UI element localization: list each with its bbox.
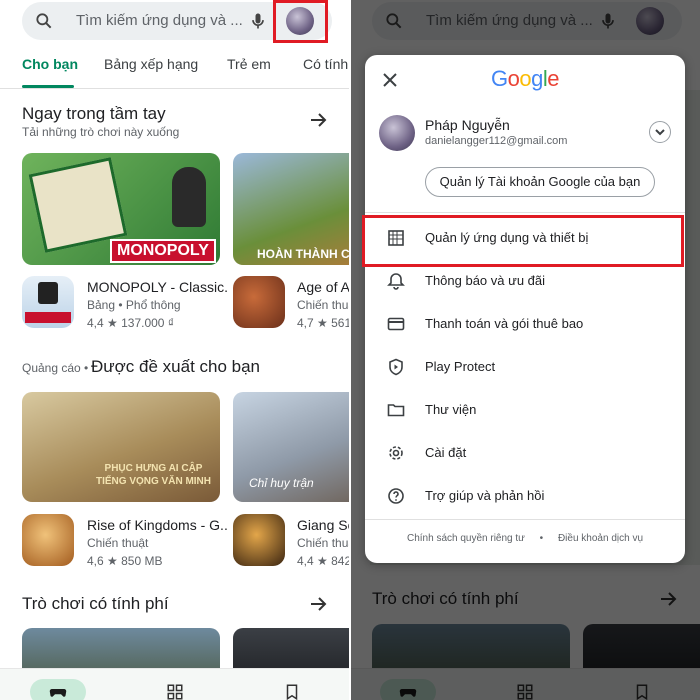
app-title[interactable]: Giang Sơ [297,517,350,533]
section-title: Được đề xuất cho bạn [91,357,261,376]
avatar-highlight-box [273,0,328,43]
tab-kids[interactable]: Trẻ em [227,56,271,72]
search-icon [36,13,52,29]
divider [0,88,350,89]
screenshot-comparison: Tìm kiếm ứng dụng và ... Cho bạn Bảng xế… [0,0,700,700]
search-placeholder[interactable]: Tìm kiếm ứng dụng và ... [76,12,251,29]
menu-item-notifications[interactable]: Thông báo và ưu đãi [365,261,685,301]
divider [365,519,685,520]
bell-icon [387,273,405,290]
gamepad-icon [49,689,67,697]
banner-caption: MONOPOLY [110,239,216,263]
menu-item-label: Cài đặt [425,445,467,460]
menu-item-payments[interactable]: Thanh toán và gói thuê bao [365,304,685,344]
user-email: danielangger112@gmail.com [425,135,568,147]
banner-caption: PHỤC HƯNG AI CẬP TIẾNG VỌNG VĂN MINH [96,463,212,487]
banner-caption: Chỉ huy trận [249,476,314,490]
menu-item-highlight-box [362,215,684,267]
app-icon-giang-son[interactable] [233,514,285,566]
play-store-home: Tìm kiếm ứng dụng và ... Cho bạn Bảng xế… [0,0,350,700]
google-logo: Google [365,66,685,92]
chevron-down-icon [655,129,665,136]
folder-icon [387,404,405,417]
divider [365,212,685,213]
menu-item-label: Trợ giúp và phản hồi [425,488,545,503]
logo-letter: o [519,66,532,91]
user-avatar [379,115,415,151]
app-icon-monopoly[interactable] [22,276,74,328]
dialog-footer: Chính sách quyền riêng tư • Điều khoản d… [365,533,685,544]
app-category: Chiến thuật [87,536,149,550]
pane-divider [349,0,351,700]
menu-item-label: Thư viện [425,402,477,417]
apps-icon[interactable] [166,683,184,700]
app-category: Chiến thuật [297,536,350,550]
bookmark-icon[interactable] [283,683,301,700]
user-name: Pháp Nguyễn [425,117,510,133]
app-rating-price: 4,4 ★ 137.000 ₫ [87,316,174,330]
help-icon [388,488,404,504]
account-dialog: Google Pháp Nguyễn danielangger112@gmail… [362,55,685,563]
logo-letter: o [507,66,520,91]
ad-label: Quảng cáo • [22,361,89,375]
section-title: Ngay trong tầm tay [22,104,166,123]
app-rating-size: 4,6 ★ 850 MB [87,554,163,568]
banner-caption: HOÀN THÀNH CÁC [257,247,350,261]
menu-item-label: Play Protect [425,359,496,374]
menu-item-help[interactable]: Trợ giúp và phản hồi [365,476,685,516]
section-title: Trò chơi có tính phí [22,594,169,613]
app-title[interactable]: MONOPOLY - Classic... [87,279,227,295]
menu-item-label: Thanh toán và gói thuê bao [425,316,584,331]
bottom-navigation [0,668,350,700]
app-category: Chiến thuật [297,298,350,312]
game-banner-age-of-apes[interactable]: HOÀN THÀNH CÁC [233,153,350,265]
mic-icon[interactable] [248,11,268,31]
arrow-right-icon[interactable] [310,112,328,128]
logo-letter: G [490,66,508,91]
account-switch-button[interactable] [649,121,671,143]
shield-icon [389,358,403,376]
app-title[interactable]: Rise of Kingdoms - G... [87,517,227,533]
tab-top-charts[interactable]: Bảng xếp hạng [104,56,198,72]
app-icon-rise-of-kingdoms[interactable] [22,514,74,566]
app-title[interactable]: Age of Ap [297,279,350,295]
game-banner-giang-son[interactable]: Chỉ huy trận [233,392,350,502]
menu-item-settings[interactable]: Cài đặt [365,433,685,473]
game-banner-rise-of-kingdoms[interactable]: PHỤC HƯNG AI CẬP TIẾNG VỌNG VĂN MINH [22,392,220,502]
separator-dot: • [539,533,544,544]
card-icon [387,317,405,331]
logo-letter: g [531,66,543,91]
menu-item-play-protect[interactable]: Play Protect [365,347,685,387]
game-banner-monopoly[interactable]: MONOPOLY [22,153,220,265]
logo-letter: e [547,66,559,91]
section-subtitle: Tải những trò chơi này xuống [22,125,180,139]
tab-for-you[interactable]: Cho bạn [22,56,78,72]
manage-google-account-button[interactable]: Quản lý Tài khoản Google của bạn [425,167,655,197]
app-icon-age-of-apes[interactable] [233,276,285,328]
menu-item-library[interactable]: Thư viện [365,390,685,430]
app-rating: 4,4 ★ 842 [297,554,350,568]
app-category: Bảng • Phổ thông [87,298,181,312]
menu-item-label: Thông báo và ưu đãi [425,273,546,288]
tab-bar: Cho bạn Bảng xếp hạng Trẻ em Có tính [0,56,350,86]
gear-icon [389,446,403,460]
privacy-policy-link[interactable]: Chính sách quyền riêng tư [407,533,525,544]
tab-paid[interactable]: Có tính [303,56,348,72]
arrow-right-icon[interactable] [310,596,328,612]
terms-link[interactable]: Điều khoản dịch vụ [558,533,643,544]
app-rating: 4,7 ★ 561 [297,316,350,330]
